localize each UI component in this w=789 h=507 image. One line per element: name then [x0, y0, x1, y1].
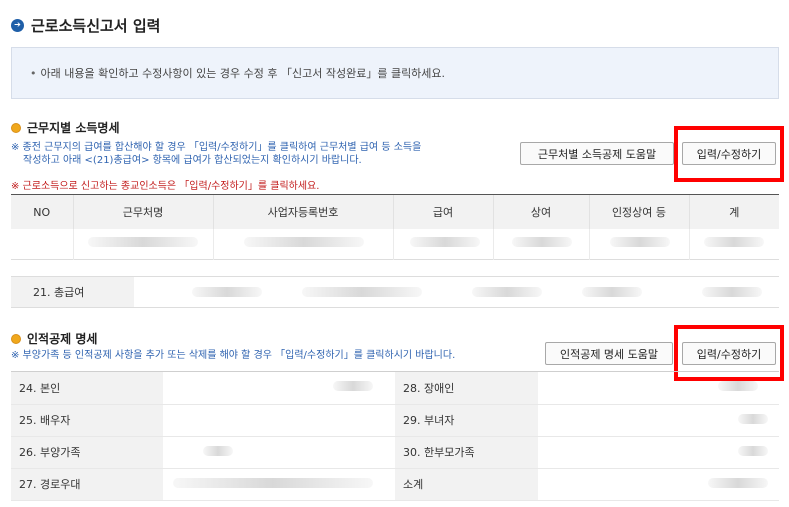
cell-workplace — [72, 229, 213, 259]
row-spouse-value — [163, 404, 395, 437]
section-deduction-title-text: 인적공제 명세 — [27, 332, 98, 346]
section-income-title: 근무지별 소득명세 — [11, 119, 120, 136]
row-woman-label: 29. 부녀자 — [395, 404, 538, 437]
col-salary: 급여 — [392, 195, 493, 229]
row-disabled-value — [538, 372, 779, 405]
redacted-value — [718, 381, 758, 392]
redacted-value — [609, 237, 670, 248]
row-single-parent-label: 30. 한부모가족 — [395, 436, 538, 469]
col-business-number: 사업자등록번호 — [212, 195, 393, 229]
redacted-value — [738, 413, 768, 424]
row-elderly-label: 27. 경로우대 — [11, 468, 163, 501]
section-deduction-note: ※ 부양가족 등 인적공제 사항을 추가 또는 삭제를 해야 할 경우 「입력/… — [11, 350, 456, 361]
redacted-value — [409, 237, 480, 248]
deduction-table: 24. 본인 28. 장애인 25. 배우자 29. 부녀자 26. 부양가족 … — [11, 372, 779, 501]
cell-no — [11, 229, 73, 259]
table-row: 27. 경로우대 소계 — [11, 468, 779, 501]
section-deduction-title: 인적공제 명세 — [11, 330, 97, 347]
row-dependents-value — [163, 436, 395, 469]
row-single-parent-value — [538, 436, 779, 469]
redacted-value — [203, 445, 233, 456]
col-no: NO — [11, 195, 73, 229]
col-workplace: 근무처명 — [72, 195, 213, 229]
redacted-value — [708, 477, 768, 488]
cell-business-number — [212, 229, 393, 259]
section-income-note: ※ 종전 근무지의 급여를 합산해야 할 경우 「입력/수정하기」를 클릭하여 … — [11, 141, 421, 167]
orange-bullet-icon — [11, 122, 21, 133]
income-edit-highlight — [674, 126, 784, 182]
orange-bullet-icon — [11, 333, 21, 344]
col-bonus: 상여 — [492, 195, 589, 229]
redacted-value — [173, 477, 373, 488]
col-deemed-bonus: 인정상여 등 — [588, 195, 689, 229]
total-salary-row: 21. 총급여 — [11, 276, 779, 308]
row-dependents-label: 26. 부양가족 — [11, 436, 163, 469]
arrow-right-circle-icon: ➔ — [11, 18, 24, 32]
row-elderly-value — [163, 468, 395, 501]
redacted-value — [702, 287, 762, 297]
table-row: 25. 배우자 29. 부녀자 — [11, 404, 779, 437]
redacted-value — [302, 287, 422, 297]
redacted-value — [703, 237, 764, 248]
section-income-title-text: 근무지별 소득명세 — [27, 121, 120, 135]
redacted-value — [87, 237, 198, 248]
table-row: 24. 본인 28. 장애인 — [11, 372, 779, 405]
total-salary-label: 21. 총급여 — [11, 277, 134, 307]
religious-income-note: ※ 근로소득으로 신고하는 종교인소득은 「입력/수정하기」를 클릭하세요. — [11, 181, 320, 192]
page-title: ➔ 근로소득신고서 입력 — [11, 14, 160, 36]
redacted-value — [472, 287, 542, 297]
cell-bonus — [492, 229, 589, 259]
col-total: 계 — [688, 195, 779, 229]
notice-text: 아래 내용을 확인하고 수정사항이 있는 경우 수정 후 「신고서 작성완료」를… — [40, 67, 446, 80]
cell-salary — [392, 229, 493, 259]
section-income-note-line1: ※ 종전 근무지의 급여를 합산해야 할 경우 「입력/수정하기」를 클릭하여 … — [11, 142, 422, 153]
row-self-value — [163, 372, 395, 405]
cell-deemed-bonus — [588, 229, 689, 259]
income-table-header: NO 근무처명 사업자등록번호 급여 상여 인정상여 등 계 — [11, 195, 779, 229]
row-subtotal-value — [538, 468, 779, 501]
income-table: NO 근무처명 사업자등록번호 급여 상여 인정상여 등 계 — [11, 195, 779, 260]
row-disabled-label: 28. 장애인 — [395, 372, 538, 405]
redacted-value — [738, 445, 768, 456]
row-woman-value — [538, 404, 779, 437]
redacted-value — [192, 287, 262, 297]
redacted-value — [582, 287, 642, 297]
deduction-help-button[interactable]: 인적공제 명세 도움말 — [545, 342, 673, 365]
table-row: 26. 부양가족 30. 한부모가족 — [11, 436, 779, 469]
table-row — [11, 229, 779, 259]
section-income-note-line2: 작성하고 아래 <(21)총급여> 항목에 급여가 합산되었는지 확인하시기 바… — [23, 155, 362, 166]
row-spouse-label: 25. 배우자 — [11, 404, 163, 437]
income-help-button[interactable]: 근무처별 소득공제 도움말 — [520, 142, 674, 165]
redacted-value — [243, 237, 364, 248]
page-title-text: 근로소득신고서 입력 — [31, 16, 161, 35]
row-subtotal-label: 소계 — [395, 468, 538, 501]
redacted-value — [511, 237, 572, 248]
row-self-label: 24. 본인 — [11, 372, 163, 405]
cell-total — [688, 229, 779, 259]
notice-box: • 아래 내용을 확인하고 수정사항이 있는 경우 수정 후 「신고서 작성완료… — [11, 47, 779, 99]
notice-bullet: • — [30, 66, 37, 80]
redacted-value — [333, 381, 373, 392]
